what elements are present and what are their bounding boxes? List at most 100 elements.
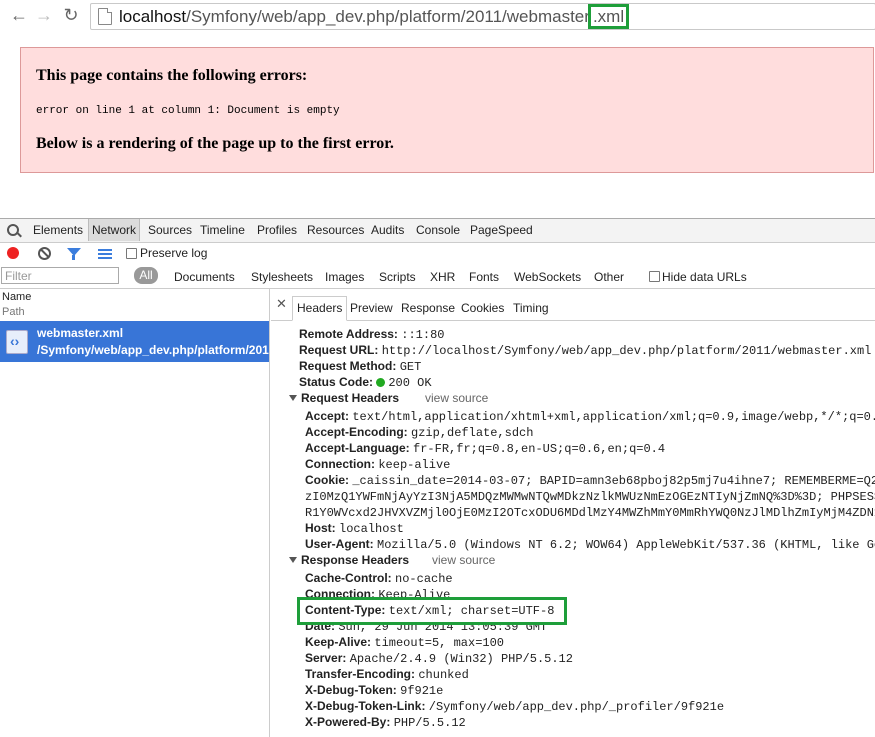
request-method: Request Method: GET <box>299 359 422 374</box>
header-key: X-Debug-Token-Link: <box>305 699 426 713</box>
record-icon[interactable] <box>7 247 19 259</box>
filter-websockets[interactable]: WebSockets <box>514 270 581 284</box>
expand-triangle-icon <box>289 395 297 401</box>
xml-error-box: This page contains the following errors:… <box>20 47 874 173</box>
tab-timing[interactable]: Timing <box>513 301 549 315</box>
header-value: R1Y0WVcxd2JHVXVZMjl0OjE0MzI2OTcxODU6MDdl… <box>305 506 875 520</box>
request-list: Name Path webmaster.xml /Symfony/web/app… <box>0 289 270 737</box>
request-header-row: R1Y0WVcxd2JHVXVZMjl0OjE0MzI2OTcxODU6MDdl… <box>305 505 875 520</box>
remote-address: Remote Address: ::1:80 <box>299 327 445 342</box>
filter-xhr[interactable]: XHR <box>430 270 455 284</box>
filter-other[interactable]: Other <box>594 270 624 284</box>
reload-icon[interactable]: ↻ <box>60 4 82 26</box>
response-header-row: Transfer-Encoding: chunked <box>305 667 469 682</box>
header-value: no-cache <box>395 572 453 586</box>
header-key: Content-Type: <box>305 603 386 617</box>
request-header-row: zI0MzQ1YWFmNjAyYzI3NjA5MDQzMWMwNTQwMDkzN… <box>305 489 875 504</box>
response-header-row: X-Powered-By: PHP/5.5.12 <box>305 715 466 730</box>
header-key: Accept: <box>305 409 350 423</box>
filter-icon[interactable] <box>67 248 81 260</box>
network-toolbar: Preserve log <box>0 242 875 264</box>
header-key: Accept-Language: <box>305 441 410 455</box>
request-header-row: Accept-Encoding: gzip,deflate,sdch <box>305 425 533 440</box>
header-value: _caissin_date=2014-03-07; BAPID=amn3eb68… <box>352 474 875 488</box>
header-value: timeout=5, max=100 <box>374 636 504 650</box>
filter-all[interactable]: All <box>134 267 158 284</box>
tab-network[interactable]: Network <box>88 219 141 241</box>
column-name[interactable]: Name <box>2 291 31 303</box>
tab-cookies[interactable]: Cookies <box>461 301 504 315</box>
header-key: Accept-Encoding: <box>305 425 408 439</box>
header-key: Cookie: <box>305 473 350 487</box>
filter-input[interactable]: Filter <box>1 267 119 284</box>
header-key: Cache-Control: <box>305 571 392 585</box>
tab-audits[interactable]: Audits <box>371 223 404 237</box>
header-key: X-Powered-By: <box>305 715 391 729</box>
close-icon[interactable]: ✕ <box>276 296 287 312</box>
header-value: zI0MzQ1YWFmNjAyYzI3NjA5MDQzMWMwNTQwMDkzN… <box>305 490 875 504</box>
request-header-row: Accept-Language: fr-FR,fr;q=0.8,en-US;q=… <box>305 441 665 456</box>
response-headers-section[interactable]: Response Headers <box>289 553 409 567</box>
search-icon[interactable] <box>7 224 19 236</box>
request-header-row: Host: localhost <box>305 521 404 536</box>
type-filter-bar: Filter All Documents Stylesheets Images … <box>0 265 875 289</box>
back-arrow-icon[interactable]: ← <box>8 4 30 26</box>
response-header-row: Server: Apache/2.4.9 (Win32) PHP/5.5.12 <box>305 651 573 666</box>
url-text[interactable]: localhost/Symfony/web/app_dev.php/platfo… <box>119 4 630 29</box>
response-header-row: Cache-Control: no-cache <box>305 571 453 586</box>
header-value: gzip,deflate,sdch <box>411 426 534 440</box>
error-message: error on line 1 at column 1: Document is… <box>36 105 340 117</box>
tab-console[interactable]: Console <box>416 223 460 237</box>
header-value: Mozilla/5.0 (Windows NT 6.2; WOW64) Appl… <box>377 538 875 552</box>
xml-file-icon <box>6 330 28 354</box>
header-value: Apache/2.4.9 (Win32) PHP/5.5.12 <box>349 652 573 666</box>
request-row[interactable]: webmaster.xml /Symfony/web/app_dev.php/p… <box>0 321 269 362</box>
forward-arrow-icon[interactable]: → <box>33 4 55 26</box>
tab-preview[interactable]: Preview <box>350 301 393 315</box>
header-value: 9f921e <box>400 684 444 698</box>
header-value: fr-FR,fr;q=0.8,en-US;q=0.6,en;q=0.4 <box>413 442 666 456</box>
request-header-row: Cookie: _caissin_date=2014-03-07; BAPID=… <box>305 473 875 488</box>
header-value: text/html,application/xhtml+xml,applicat… <box>352 410 875 424</box>
page-icon <box>98 8 112 25</box>
clear-icon[interactable] <box>38 247 51 260</box>
filter-fonts[interactable]: Fonts <box>469 270 499 284</box>
expand-triangle-icon <box>289 557 297 563</box>
header-key: Host: <box>305 521 336 535</box>
header-key: Transfer-Encoding: <box>305 667 416 681</box>
devtools-tab-bar: Elements Network Sources Timeline Profil… <box>0 218 875 243</box>
hide-data-urls-checkbox[interactable] <box>649 271 660 282</box>
url-extension-highlight: .xml <box>587 4 630 29</box>
filter-stylesheets[interactable]: Stylesheets <box>251 270 313 284</box>
header-key: Server: <box>305 651 347 665</box>
preserve-log-checkbox[interactable] <box>126 248 137 259</box>
tab-resources[interactable]: Resources <box>307 223 364 237</box>
hide-data-urls-label: Hide data URLs <box>662 270 747 284</box>
request-header-row: User-Agent: Mozilla/5.0 (Windows NT 6.2;… <box>305 537 875 552</box>
tab-timeline[interactable]: Timeline <box>200 223 245 237</box>
browser-toolbar: ← → ↻ localhost/Symfony/web/app_dev.php/… <box>0 0 875 32</box>
request-headers-section[interactable]: Request Headers <box>289 391 399 405</box>
filter-images[interactable]: Images <box>325 270 364 284</box>
header-key: Keep-Alive: <box>305 635 372 649</box>
tab-response[interactable]: Response <box>401 301 455 315</box>
request-view-source-link[interactable]: view source <box>425 391 488 405</box>
response-view-source-link[interactable]: view source <box>432 553 495 567</box>
status-code: Status Code: 200 OK <box>299 375 432 390</box>
address-bar[interactable]: localhost/Symfony/web/app_dev.php/platfo… <box>90 3 875 30</box>
tab-pagespeed[interactable]: PageSpeed <box>470 223 533 237</box>
tab-sources[interactable]: Sources <box>148 223 192 237</box>
tab-elements[interactable]: Elements <box>33 223 83 237</box>
filter-scripts[interactable]: Scripts <box>379 270 416 284</box>
column-path: Path <box>2 306 25 318</box>
filter-documents[interactable]: Documents <box>174 270 235 284</box>
header-value: text/xml; charset=UTF-8 <box>388 604 555 618</box>
header-key: X-Debug-Token: <box>305 683 397 697</box>
list-view-icon[interactable] <box>98 249 112 259</box>
tab-headers[interactable]: Headers <box>292 296 348 321</box>
preserve-log-label: Preserve log <box>140 246 208 260</box>
status-ok-icon <box>376 378 386 387</box>
response-header-row: Content-Type: text/xml; charset=UTF-8 <box>305 603 554 618</box>
header-key: Connection: <box>305 457 375 471</box>
tab-profiles[interactable]: Profiles <box>257 223 297 237</box>
